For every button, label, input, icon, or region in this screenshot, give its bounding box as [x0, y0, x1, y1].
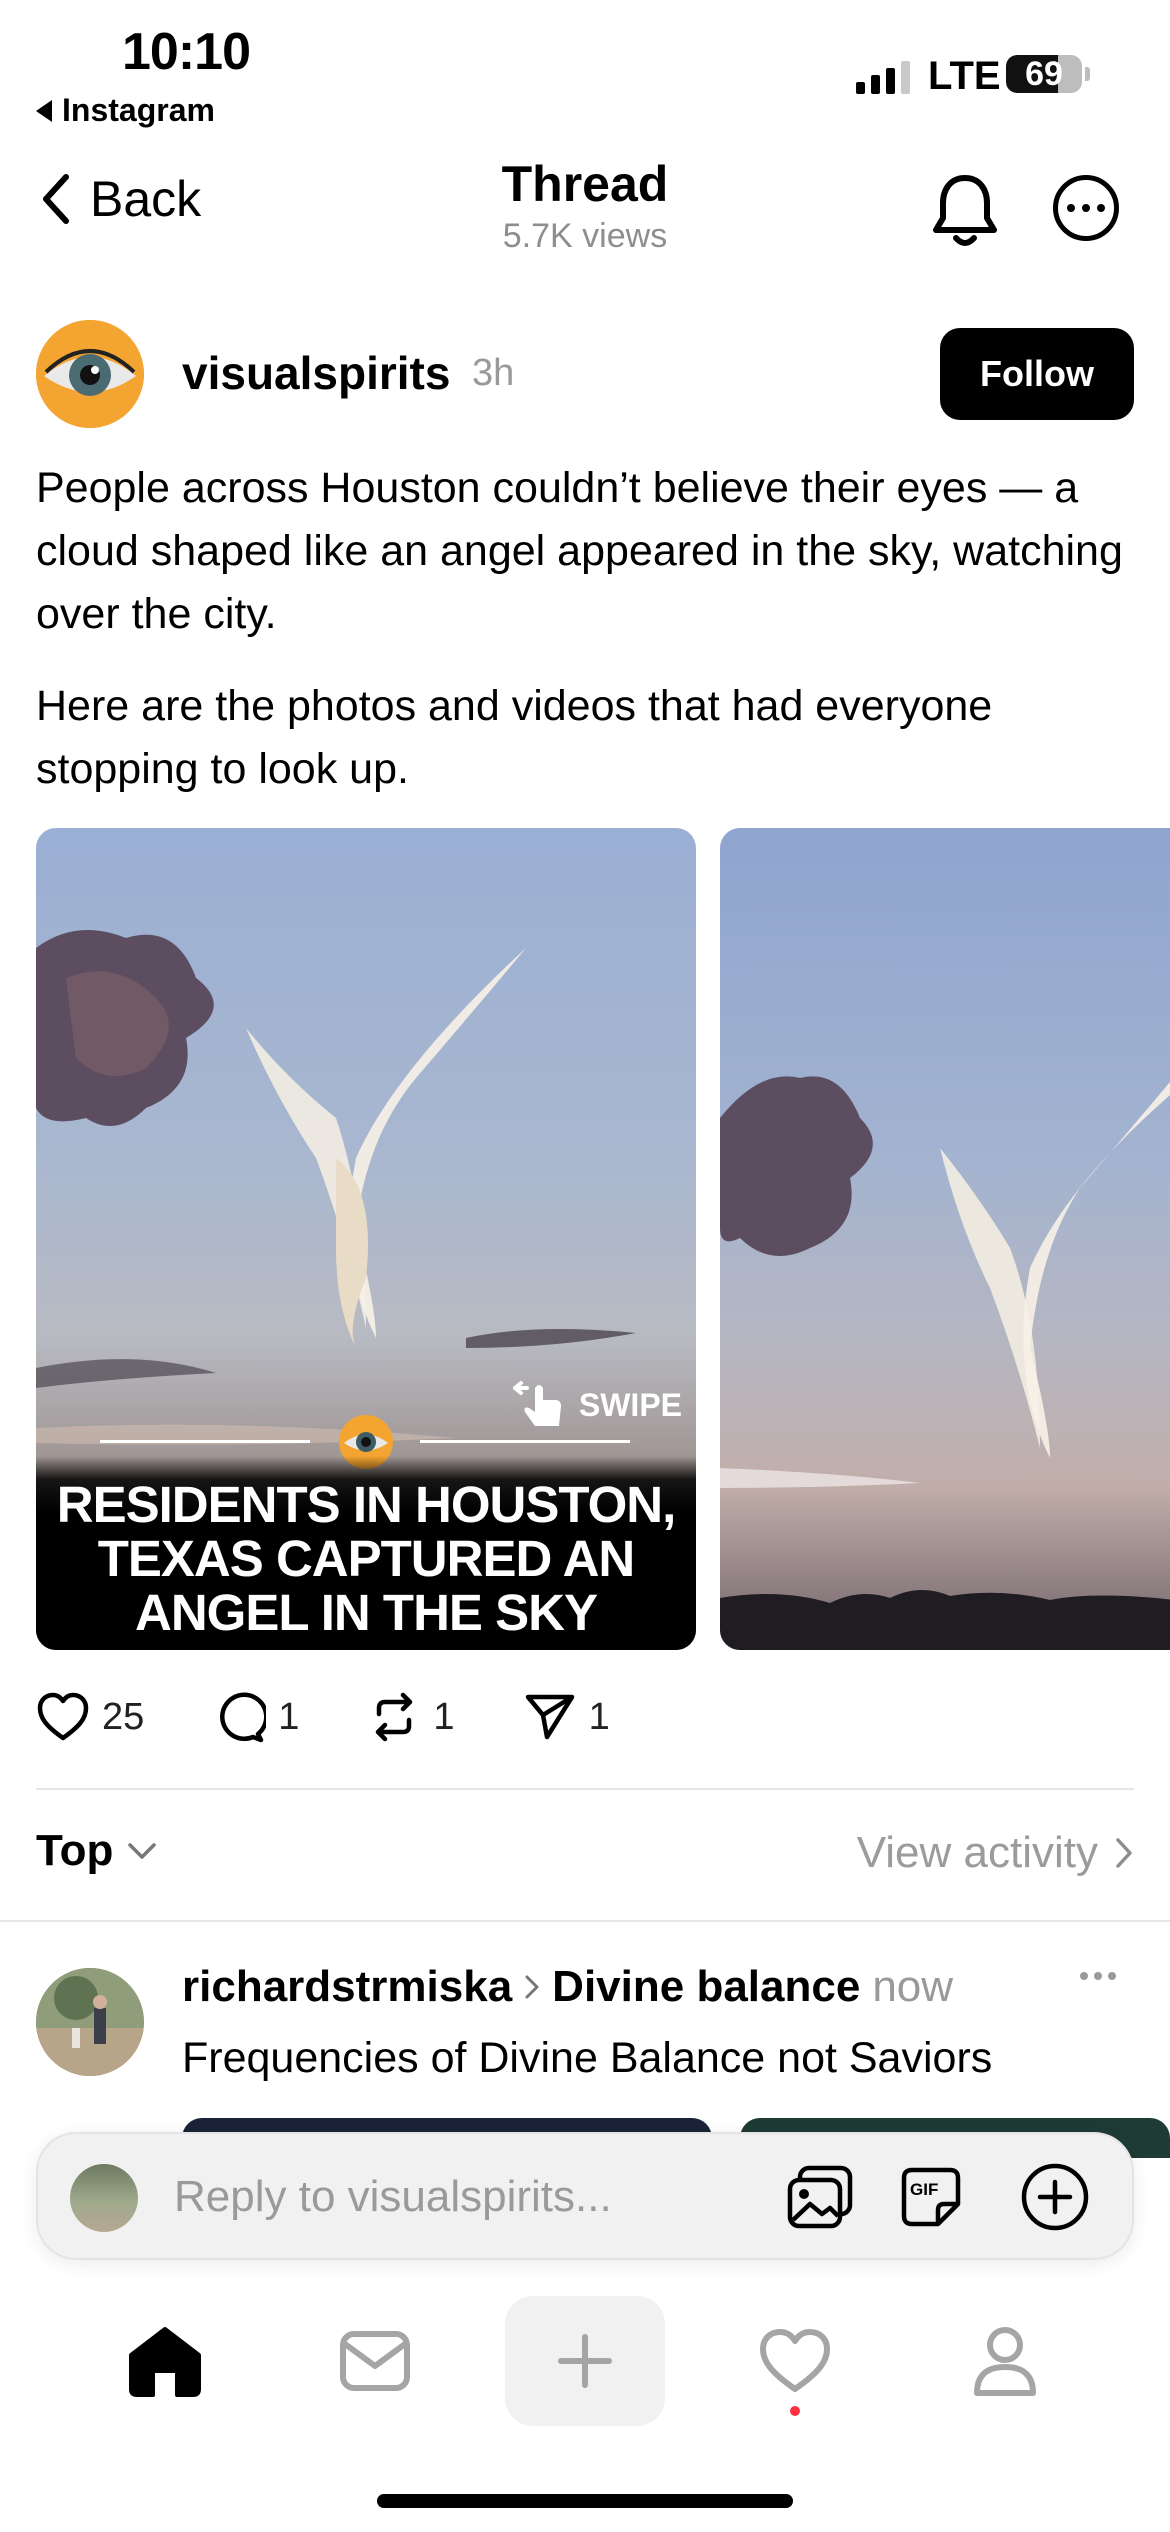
home-indicator — [377, 2494, 793, 2508]
bottom-tab-bar — [0, 2296, 1170, 2426]
chevron-right-icon — [525, 1975, 539, 1999]
notifications-button[interactable] — [930, 170, 1000, 255]
reply-text: Frequencies of Divine Balance not Savior… — [182, 2034, 993, 2082]
cellular-signal-icon — [856, 60, 910, 94]
heart-icon — [37, 1692, 89, 1741]
status-time: 10:10 — [122, 23, 251, 81]
gif-button[interactable]: GIF — [900, 2166, 962, 2228]
carousel-image-2[interactable] — [720, 828, 1170, 1650]
eye-avatar-icon — [36, 320, 144, 428]
more-options-button[interactable] — [1053, 175, 1119, 241]
gif-label: GIF — [910, 2180, 939, 2199]
add-circle-icon[interactable] — [1020, 2162, 1090, 2232]
reply-header: richardstrmiska Divine balance now — [182, 1962, 953, 2012]
back-to-app-link[interactable]: Instagram — [36, 92, 215, 129]
headline-line-3: ANGEL IN THE SKY — [135, 1584, 598, 1641]
battery-icon: 69 — [1006, 55, 1082, 93]
dot — [1108, 1972, 1116, 1980]
sky-angel-image — [720, 1076, 1170, 1650]
my-avatar — [70, 2164, 138, 2232]
reply-time: now — [872, 1962, 954, 2011]
author-avatar[interactable] — [36, 320, 144, 428]
like-count: 25 — [102, 1695, 145, 1738]
follow-button[interactable]: Follow — [940, 328, 1134, 420]
reply-composer[interactable]: Reply to visualspirits... GIF — [36, 2132, 1134, 2260]
battery-nub — [1085, 67, 1090, 81]
reply-more-button[interactable] — [1080, 1972, 1116, 1980]
bell-icon — [933, 175, 997, 246]
home-icon — [129, 2327, 201, 2397]
headline-rule-left — [100, 1440, 310, 1443]
reply-author-avatar[interactable] — [36, 1968, 144, 2076]
divider — [0, 1920, 1170, 1922]
comment-count: 1 — [278, 1695, 300, 1738]
tab-messages[interactable] — [295, 2296, 455, 2426]
plus-icon — [558, 2334, 612, 2388]
sort-dropdown[interactable]: Top — [36, 1826, 157, 1876]
notification-dot — [790, 2406, 800, 2416]
send-icon — [525, 1694, 574, 1740]
battery-percent: 69 — [1025, 55, 1063, 93]
comment-bubble-icon — [220, 1692, 267, 1743]
tab-home[interactable] — [85, 2296, 245, 2426]
reply-topic[interactable]: Divine balance — [552, 1962, 860, 2012]
view-activity-link[interactable]: View activity — [857, 1828, 1134, 1878]
tab-create[interactable] — [505, 2296, 665, 2426]
post-paragraph-2: Here are the photos and videos that had … — [36, 682, 993, 793]
swipe-hint: SWIPE — [512, 1380, 682, 1430]
post-actions: 25 1 1 1 — [36, 1690, 678, 1744]
dot — [1097, 204, 1105, 212]
network-type: LTE — [928, 54, 1001, 98]
dot — [1094, 1972, 1102, 1980]
carousel-image-1[interactable]: SWIPE RESIDENTS IN HOUSTON, TEXAS CAPTUR… — [36, 828, 696, 1650]
heart-icon — [760, 2329, 830, 2392]
repost-icon — [376, 1692, 413, 1742]
headline-line-2: TEXAS CAPTURED AN — [97, 1530, 635, 1587]
chevron-down-icon — [128, 1843, 157, 1859]
swipe-hand-icon — [512, 1381, 561, 1426]
share-count: 1 — [588, 1695, 610, 1738]
dot — [1067, 204, 1075, 212]
chevron-right-icon — [1116, 1838, 1132, 1868]
divider — [36, 1788, 1134, 1790]
image-attach-icon[interactable] — [784, 2162, 856, 2234]
reply-input[interactable]: Reply to visualspirits... — [174, 2172, 612, 2222]
view-activity-label: View activity — [856, 1828, 1098, 1877]
headline-rule-right — [420, 1440, 630, 1443]
swipe-label: SWIPE — [578, 1386, 682, 1423]
headline-overlay: RESIDENTS IN HOUSTON, TEXAS CAPTURED AN … — [36, 1456, 696, 1650]
comment-button[interactable]: 1 — [212, 1690, 299, 1744]
headline-line-1: RESIDENTS IN HOUSTON, — [56, 1476, 676, 1533]
tab-activity[interactable] — [715, 2296, 875, 2426]
avatar-photo — [36, 1968, 144, 2076]
repost-count: 1 — [433, 1695, 455, 1738]
repost-button[interactable]: 1 — [367, 1690, 455, 1744]
back-app-label: Instagram — [62, 92, 215, 128]
like-button[interactable]: 25 — [36, 1692, 144, 1742]
back-triangle-icon — [36, 99, 52, 122]
reply-username[interactable]: richardstrmiska — [182, 1962, 512, 2012]
dot — [1080, 1972, 1088, 1980]
post-time: 3h — [472, 352, 515, 394]
tab-profile[interactable] — [925, 2296, 1085, 2426]
sort-label: Top — [36, 1826, 114, 1875]
dot — [1082, 204, 1090, 212]
share-button[interactable]: 1 — [523, 1690, 610, 1744]
post-paragraph-1: People across Houston couldn’t believe t… — [36, 464, 1123, 638]
envelope-icon — [340, 2331, 410, 2391]
author-username[interactable]: visualspirits — [182, 346, 450, 400]
person-icon — [974, 2327, 1036, 2396]
